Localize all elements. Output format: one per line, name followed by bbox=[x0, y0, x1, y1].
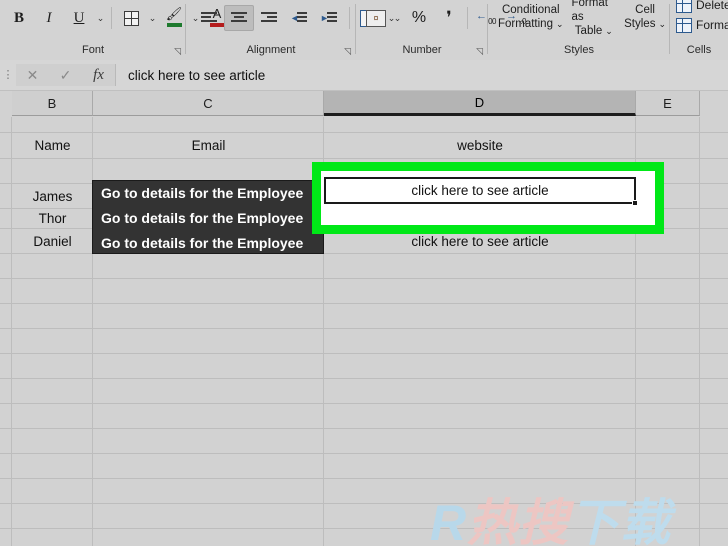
accounting-chevron-down-icon[interactable]: ⌄ bbox=[391, 6, 404, 30]
increase-indent-icon: ► bbox=[320, 11, 338, 25]
conditional-formatting-button[interactable]: Conditional Formatting ⌄ bbox=[494, 3, 568, 31]
format-cells-icon bbox=[676, 17, 692, 33]
fill-color-icon: 🖌 bbox=[166, 7, 183, 28]
column-header-b[interactable]: B bbox=[12, 91, 93, 116]
delete-cells-label: Delete bbox=[696, 0, 728, 12]
ribbon-group-font-label: Font bbox=[81, 44, 104, 56]
excel-window: B I U ⌄ ⌄ 🖌 ⌄ A bbox=[0, 0, 728, 546]
align-left-icon bbox=[200, 11, 218, 25]
format-as-table-line1: Format as bbox=[571, 0, 608, 23]
formula-bar-input[interactable]: click here to see article bbox=[116, 64, 728, 86]
formula-bar: ⋮ ✕ ✓ fx click here to see article bbox=[0, 60, 728, 91]
ribbon-group-alignment-label: Alignment bbox=[246, 44, 296, 56]
ribbon-group-number: ¤ ⌄ % ❜ ← .00 → .0 Number ◹ bbox=[356, 0, 526, 60]
confirm-entry-button[interactable]: ✓ bbox=[49, 67, 82, 84]
hyperlink-tooltip-line: Go to details for the Employee bbox=[101, 235, 304, 251]
align-center-button[interactable] bbox=[224, 5, 254, 31]
format-cells-label: Format bbox=[696, 18, 728, 32]
formula-bar-drag-handle[interactable]: ⋮ bbox=[0, 70, 16, 81]
increase-indent-button[interactable]: ► bbox=[314, 5, 344, 31]
grid-line-horizontal bbox=[0, 478, 728, 479]
grid-line-vertical bbox=[11, 117, 12, 546]
ribbon-group-styles: Conditional Formatting ⌄ Format as Table… bbox=[488, 0, 670, 60]
grid-line-vertical bbox=[699, 117, 700, 546]
cell-b-name-header[interactable]: Name bbox=[12, 133, 93, 158]
number-dialog-launcher[interactable]: ◹ bbox=[476, 47, 483, 56]
conditional-formatting-line2: Formatting bbox=[498, 18, 553, 30]
cell-styles-line2: Styles bbox=[624, 18, 656, 30]
grid-line-horizontal bbox=[0, 453, 728, 454]
grid-line-horizontal bbox=[0, 428, 728, 429]
grid-line-horizontal bbox=[0, 378, 728, 379]
cancel-entry-button[interactable]: ✕ bbox=[16, 67, 49, 84]
alignment-dialog-launcher[interactable]: ◹ bbox=[344, 47, 351, 56]
ribbon-group-cells-label: Cells bbox=[686, 44, 712, 56]
grid-line-horizontal bbox=[0, 303, 728, 304]
column-header-e[interactable]: E bbox=[636, 91, 700, 116]
hyperlink-tooltip: Go to details for the Employee Go to det… bbox=[92, 180, 324, 254]
grid-line-horizontal bbox=[0, 328, 728, 329]
ribbon-group-alignment: ◄ ► ↔ ⌄ Alignment ◹ bbox=[186, 0, 395, 60]
ribbon: B I U ⌄ ⌄ 🖌 ⌄ A bbox=[0, 0, 728, 61]
cell-b-name-3[interactable]: Daniel bbox=[12, 229, 93, 253]
cell-styles-chevron-down-icon: ⌄ bbox=[658, 19, 666, 29]
insert-function-button[interactable]: fx bbox=[82, 67, 115, 84]
accounting-format-icon: ¤ bbox=[366, 9, 386, 27]
column-header-d[interactable]: D bbox=[324, 91, 636, 116]
grid-line-horizontal bbox=[0, 278, 728, 279]
ribbon-group-number-label: Number bbox=[402, 44, 442, 56]
borders-chevron-down-icon[interactable]: ⌄ bbox=[146, 6, 159, 30]
italic-button[interactable]: I bbox=[34, 5, 64, 31]
align-left-button[interactable] bbox=[194, 5, 224, 31]
fill-handle[interactable] bbox=[632, 200, 638, 206]
align-right-icon bbox=[260, 11, 278, 25]
ribbon-group-font: B I U ⌄ ⌄ 🖌 ⌄ A bbox=[0, 0, 242, 60]
decrease-indent-button[interactable]: ◄ bbox=[284, 5, 314, 31]
borders-button[interactable] bbox=[116, 5, 146, 31]
align-right-button[interactable] bbox=[254, 5, 284, 31]
underline-chevron-down-icon[interactable]: ⌄ bbox=[94, 6, 107, 30]
cell-b-name-1[interactable]: James bbox=[12, 184, 93, 208]
grid-line-horizontal bbox=[0, 353, 728, 354]
divider bbox=[111, 7, 112, 29]
selected-cell-d[interactable]: click here to see article bbox=[324, 177, 636, 204]
divider bbox=[349, 7, 350, 29]
cell-d-website-header[interactable]: website bbox=[324, 133, 636, 158]
format-as-table-line2: Table bbox=[574, 25, 603, 37]
cell-b-name-2[interactable]: Thor bbox=[12, 209, 93, 228]
ribbon-group-styles-label: Styles bbox=[564, 44, 594, 56]
underline-button[interactable]: U bbox=[64, 5, 94, 31]
formula-bar-buttons: ✕ ✓ fx bbox=[16, 64, 116, 86]
format-cells-button[interactable]: Format bbox=[676, 16, 728, 34]
conditional-formatting-line1: Conditional bbox=[501, 4, 560, 16]
grid-line-horizontal bbox=[0, 403, 728, 404]
accounting-format-button[interactable]: ¤ bbox=[361, 5, 391, 31]
delete-cells-icon bbox=[676, 0, 692, 13]
divider bbox=[467, 7, 468, 29]
bold-button[interactable]: B bbox=[4, 5, 34, 31]
font-dialog-launcher[interactable]: ◹ bbox=[174, 47, 181, 56]
cell-styles-button[interactable]: Cell Styles ⌄ bbox=[620, 3, 670, 31]
cell-styles-line1: Cell bbox=[635, 4, 655, 16]
hyperlink-tooltip-line: Go to details for the Employee bbox=[101, 210, 304, 226]
hyperlink-tooltip-line: Go to details for the Employee bbox=[101, 185, 304, 201]
borders-icon bbox=[123, 10, 139, 26]
grid-line-horizontal bbox=[0, 528, 728, 529]
cell-c-email-header[interactable]: Email bbox=[93, 133, 324, 158]
comma-style-button[interactable]: ❜ bbox=[434, 5, 464, 31]
grid-line-horizontal bbox=[0, 503, 728, 504]
conditional-formatting-chevron-down-icon: ⌄ bbox=[555, 19, 564, 29]
delete-cells-button[interactable]: Delete bbox=[676, 0, 728, 14]
ribbon-group-cells: Delete Format Cells bbox=[670, 0, 728, 60]
spreadsheet-grid[interactable]: Name Email website James Thor Daniel cli… bbox=[0, 117, 728, 546]
grid-line-horizontal bbox=[0, 158, 728, 159]
align-center-icon bbox=[230, 11, 248, 25]
percent-style-button[interactable]: % bbox=[404, 5, 434, 31]
column-headers: B C D E bbox=[0, 91, 728, 117]
format-as-table-chevron-down-icon: ⌄ bbox=[605, 26, 613, 36]
decrease-indent-icon: ◄ bbox=[290, 11, 308, 25]
format-as-table-button[interactable]: Format as Table ⌄ bbox=[568, 0, 621, 38]
column-header-c[interactable]: C bbox=[93, 91, 324, 116]
